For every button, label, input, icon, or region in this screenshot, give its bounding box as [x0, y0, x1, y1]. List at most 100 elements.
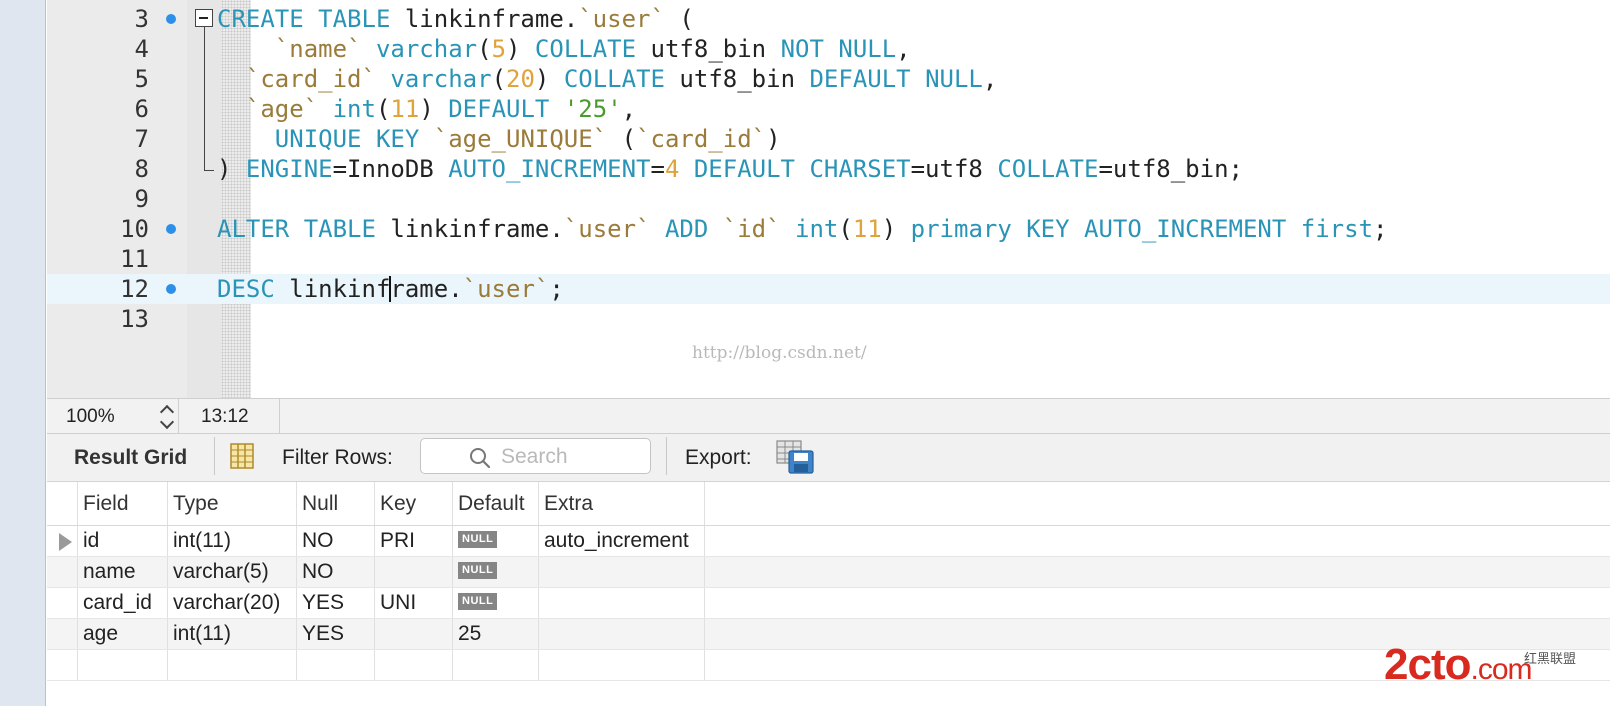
code-token: =InnoDB [332, 155, 449, 183]
cell-default[interactable]: NULL [453, 588, 539, 618]
cell-default[interactable]: 25 [453, 619, 539, 649]
cell-extra[interactable] [539, 557, 705, 587]
cell-field[interactable]: name [78, 557, 168, 587]
column-header-type[interactable]: Type [168, 482, 297, 525]
column-header-default[interactable]: Default [453, 482, 539, 525]
cell-key[interactable] [375, 619, 453, 649]
site-logo: 2cto.com 红黑联盟 [1384, 636, 1610, 706]
cell-extra[interactable]: auto_increment [539, 526, 705, 556]
cell-field[interactable]: age [78, 619, 168, 649]
code-token: int [332, 95, 376, 123]
line-number: 10 [120, 215, 149, 243]
code-token: ) [881, 215, 911, 243]
code-line[interactable]: CREATE TABLE linkinframe.`user` ( [217, 4, 694, 34]
code-token: = [650, 155, 665, 183]
window-left-edge [0, 0, 46, 706]
code-line[interactable]: ) ENGINE=InnoDB AUTO_INCREMENT=4 DEFAULT… [217, 154, 1243, 184]
code-token: NOT NULL [780, 35, 897, 63]
cell-field[interactable]: id [78, 526, 168, 556]
filter-search-input[interactable] [501, 444, 641, 470]
grid-columns-icon[interactable] [229, 442, 255, 470]
cell-key[interactable]: UNI [375, 588, 453, 618]
code-token: CREATE TABLE [217, 5, 391, 33]
cell-default[interactable]: NULL [453, 557, 539, 587]
empty-table-row[interactable] [47, 650, 1610, 681]
column-header-field[interactable]: Field [78, 482, 168, 525]
zoom-level[interactable]: 100% [66, 406, 115, 428]
line-number: 7 [134, 125, 149, 153]
code-token: ( [477, 35, 492, 63]
code-token: 5 [491, 35, 507, 63]
code-token: ALTER TABLE [217, 215, 376, 243]
cell-field[interactable] [78, 650, 168, 680]
row-marker[interactable] [47, 526, 78, 556]
table-row[interactable]: card_id varchar(20) YES UNI NULL [47, 588, 1610, 619]
row-marker[interactable] [47, 588, 78, 618]
cell-key[interactable] [375, 650, 453, 680]
table-row[interactable]: id int(11) NO PRI NULL auto_increment [47, 526, 1610, 557]
statement-marker-icon[interactable] [166, 284, 176, 294]
code-token: linkinframe. [390, 5, 579, 33]
filter-search-box[interactable] [420, 438, 651, 474]
line-number: 5 [134, 65, 149, 93]
code-token: `user` [578, 5, 665, 33]
row-marker[interactable] [47, 619, 78, 649]
statement-marker-icon[interactable] [166, 14, 176, 24]
table-row[interactable]: name varchar(5) NO NULL [47, 557, 1610, 588]
fold-range-bracket [204, 27, 214, 171]
zoom-stepper-icon[interactable] [158, 403, 178, 429]
code-token: `user` [462, 275, 550, 303]
column-header-null[interactable]: Null [297, 482, 375, 525]
cell-null[interactable]: YES [297, 588, 375, 618]
column-header-key[interactable]: Key [375, 482, 453, 525]
cell-null[interactable]: YES [297, 619, 375, 649]
code-token: ADD [664, 215, 709, 243]
cell-type[interactable]: varchar(5) [168, 557, 297, 587]
code-token: 20 [506, 65, 535, 93]
cell-type[interactable]: int(11) [168, 526, 297, 556]
cell-default[interactable]: NULL [453, 526, 539, 556]
cell-field[interactable]: card_id [78, 588, 168, 618]
code-line[interactable]: `name` varchar(5) COLLATE utf8_bin NOT N… [217, 34, 911, 64]
result-grid[interactable]: Field Type Null Key Default Extra id int(… [47, 482, 1610, 706]
cell-extra[interactable] [539, 588, 705, 618]
cell-type[interactable] [168, 650, 297, 680]
cell-null[interactable]: NO [297, 526, 375, 556]
code-line[interactable]: DESC linkinframe.`user`; [217, 274, 564, 304]
code-token: `card_id` [636, 125, 767, 153]
cell-type[interactable]: int(11) [168, 619, 297, 649]
table-row[interactable]: age int(11) YES 25 [47, 619, 1610, 650]
line-number: 12 [120, 275, 149, 303]
export-save-icon[interactable] [775, 439, 815, 475]
code-token: utf8_bin [636, 35, 781, 63]
column-header-extra[interactable]: Extra [539, 482, 705, 525]
line-number: 9 [134, 185, 149, 213]
row-marker[interactable] [47, 650, 78, 680]
row-marker[interactable] [47, 557, 78, 587]
cell-type[interactable]: varchar(20) [168, 588, 297, 618]
sql-editor[interactable]: 3 4 5 6 7 8 9 10 11 12 13 CREATE TABLE linkinframe… [47, 0, 1610, 410]
logo-text: 2cto.com [1384, 640, 1533, 689]
code-line[interactable]: ALTER TABLE linkinframe.`user` ADD `id` … [217, 214, 1387, 244]
code-line[interactable]: UNIQUE KEY `age_UNIQUE` (`card_id`) [217, 124, 781, 154]
cell-null[interactable]: NO [297, 557, 375, 587]
code-token: rame. [390, 275, 463, 303]
toolbar-divider [214, 437, 215, 475]
fold-collapse-icon[interactable] [195, 9, 213, 27]
cell-extra[interactable] [539, 650, 705, 680]
cell-key[interactable]: PRI [375, 526, 453, 556]
cell-key[interactable] [375, 557, 453, 587]
code-token: ( [607, 125, 637, 153]
cell-null[interactable] [297, 650, 375, 680]
code-token: COLLATE [997, 155, 1099, 183]
code-token: COLLATE [563, 65, 665, 93]
cell-extra[interactable] [539, 619, 705, 649]
code-line[interactable]: `age` int(11) DEFAULT '25', [217, 94, 636, 124]
code-line[interactable]: `card_id` varchar(20) COLLATE utf8_bin D… [217, 64, 997, 94]
statement-marker-icon[interactable] [166, 224, 176, 234]
cell-default[interactable] [453, 650, 539, 680]
